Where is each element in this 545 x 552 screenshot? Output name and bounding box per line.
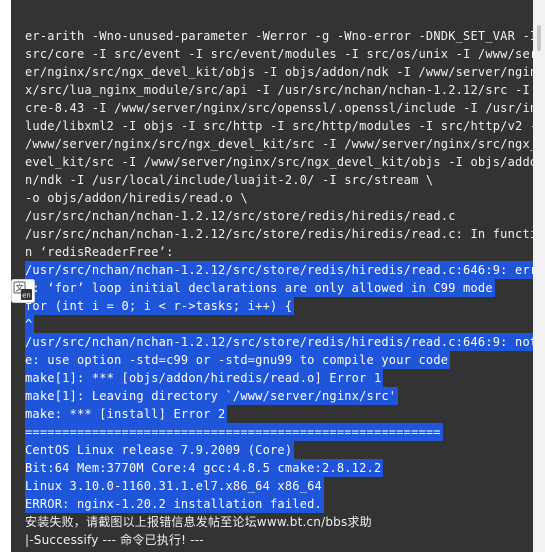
terminal-line-text: src/core -I src/event -I src/event/modul… (25, 47, 533, 61)
terminal-line: ========================================… (25, 423, 533, 441)
terminal-line-text: e: use option -std=c99 or -std=gnu99 to … (25, 351, 451, 369)
terminal-line: lude/libxml2 -I objs -I src/http -I src/… (25, 117, 533, 135)
terminal-line: x/src/lua_nginx_module/src/api -I /usr/s… (25, 81, 533, 99)
terminal-output[interactable]: er-arith -Wno-unused-parameter -Werror -… (11, 0, 533, 552)
terminal-line: n ‘redisReaderFree’: (25, 243, 533, 261)
scrollbar-thumb[interactable] (537, 25, 541, 51)
translate-badge-label: en (22, 292, 31, 300)
terminal-line: evel_kit/src -I /www/server/nginx/src/ng… (25, 153, 533, 171)
vertical-scrollbar[interactable] (533, 0, 545, 552)
terminal-line: /usr/src/nchan/nchan-1.2.12/src/store/re… (25, 333, 533, 351)
terminal-line-text: n ‘redisReaderFree’: (25, 245, 174, 259)
terminal-line-text: /usr/src/nchan/nchan-1.2.12/src/store/re… (25, 209, 456, 223)
terminal-line: make: *** [install] Error 2 (25, 405, 533, 423)
terminal-line-text: CentOS Linux release 7.9.2009 (Core) (25, 441, 295, 459)
terminal-line: /usr/src/nchan/nchan-1.2.12/src/store/re… (25, 261, 533, 279)
terminal-line: /usr/src/nchan/nchan-1.2.12/src/store/re… (25, 207, 533, 225)
terminal-line-text: make[1]: *** [objs/addon/hiredis/read.o]… (25, 369, 384, 387)
terminal-line: ERROR: nginx-1.20.2 installation failed. (25, 495, 533, 513)
terminal-line-text: make: *** [install] Error 2 (25, 405, 228, 423)
terminal-line: -o objs/addon/hiredis/read.o \ (25, 189, 533, 207)
terminal-line-text: Bit:64 Mem:3770M Core:4 gcc:4.8.5 cmake:… (25, 459, 384, 477)
terminal-line: /usr/src/nchan/nchan-1.2.12/src/store/re… (25, 225, 533, 243)
terminal-line: er-arith -Wno-unused-parameter -Werror -… (25, 27, 533, 45)
terminal-line-text: for (int i = 0; i < r->tasks; i++) { (25, 297, 295, 315)
translate-glyph-icon: 文 en (13, 281, 32, 300)
terminal-line-text: /usr/src/nchan/nchan-1.2.12/src/store/re… (25, 227, 533, 241)
terminal-line-text: er-arith -Wno-unused-parameter -Werror -… (25, 29, 533, 43)
terminal-line: r: ‘for’ loop initial declarations are o… (25, 279, 533, 297)
terminal-line-text: ERROR: nginx-1.20.2 installation failed. (25, 495, 324, 513)
terminal-line-text: x/src/lua_nginx_module/src/api -I /usr/s… (25, 83, 533, 97)
terminal-line: n/ndk -I /usr/local/include/luajit-2.0/ … (25, 171, 533, 189)
terminal-line: make[1]: *** [objs/addon/hiredis/read.o]… (25, 369, 533, 387)
terminal-line-text: |-Successify --- 命令已执行! --- (25, 533, 204, 547)
terminal-line: er/nginx/src/ngx_devel_kit/objs -I objs/… (25, 63, 533, 81)
terminal-line-text: ^ (25, 315, 35, 333)
terminal-line-text: make[1]: Leaving directory `/www/server/… (25, 387, 399, 405)
terminal-line: /www/server/nginx/src/ngx_devel_kit/src … (25, 135, 533, 153)
terminal-line: ^ (25, 315, 533, 333)
terminal-line: cre-8.43 -I /www/server/nginx/src/openss… (25, 99, 533, 117)
terminal-line-text: ========================================… (25, 423, 443, 441)
terminal-line: Bit:64 Mem:3770M Core:4 gcc:4.8.5 cmake:… (25, 459, 533, 477)
translate-icon[interactable]: 文 en (11, 279, 35, 303)
terminal-line-text: /usr/src/nchan/nchan-1.2.12/src/store/re… (25, 261, 533, 279)
terminal-line-text: cre-8.43 -I /www/server/nginx/src/openss… (25, 101, 533, 115)
terminal-line: for (int i = 0; i < r->tasks; i++) { (25, 297, 533, 315)
terminal-line-text: evel_kit/src -I /www/server/nginx/src/ng… (25, 155, 533, 169)
terminal-line-text: Linux 3.10.0-1160.31.1.el7.x86_64 x86_64 (25, 477, 324, 495)
terminal-line-text: lude/libxml2 -I objs -I src/http -I src/… (25, 119, 533, 133)
terminal-line: e: use option -std=c99 or -std=gnu99 to … (25, 351, 533, 369)
terminal-line-text: r: ‘for’ loop initial declarations are o… (25, 279, 495, 297)
terminal-line-text: 安装失败，请截图以上报错信息发帖至论坛www.bt.cn/bbs求助 (25, 515, 372, 529)
terminal-line-text: er/nginx/src/ngx_devel_kit/objs -I objs/… (25, 65, 533, 79)
terminal-line: Linux 3.10.0-1160.31.1.el7.x86_64 x86_64 (25, 477, 533, 495)
terminal-line: |-Successify --- 命令已执行! --- (25, 531, 533, 549)
terminal-line: CentOS Linux release 7.9.2009 (Core) (25, 441, 533, 459)
terminal-line: src/core -I src/event -I src/event/modul… (25, 45, 533, 63)
terminal-lines: er-arith -Wno-unused-parameter -Werror -… (25, 27, 533, 549)
terminal-line-text: /usr/src/nchan/nchan-1.2.12/src/store/re… (25, 333, 533, 351)
terminal-line: 安装失败，请截图以上报错信息发帖至论坛www.bt.cn/bbs求助 (25, 513, 533, 531)
terminal-line: make[1]: Leaving directory `/www/server/… (25, 387, 533, 405)
terminal-line-text: n/ndk -I /usr/local/include/luajit-2.0/ … (25, 173, 434, 187)
terminal-line-text: -o objs/addon/hiredis/read.o \ (25, 191, 248, 205)
terminal-line-text: /www/server/nginx/src/ngx_devel_kit/src … (25, 137, 533, 151)
